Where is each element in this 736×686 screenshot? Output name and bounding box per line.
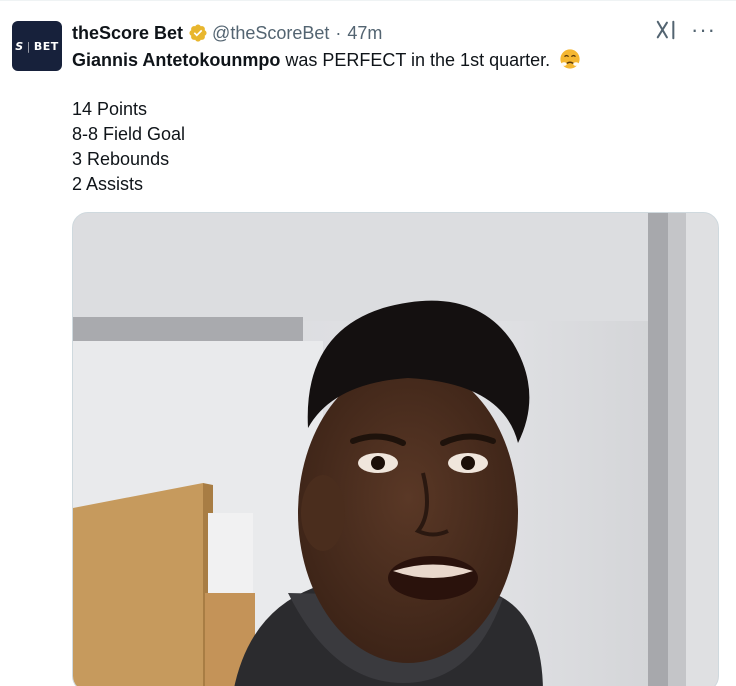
- stats-list: 14 Points 8-8 Field Goal 3 Rebounds 2 As…: [72, 97, 185, 197]
- avatar-logo-separator: |: [26, 39, 31, 53]
- grok-icon[interactable]: [655, 19, 677, 41]
- tweet[interactable]: S | BET theScore Bet @theScoreBet · 47m …: [0, 0, 736, 686]
- separator-dot: ·: [335, 22, 342, 43]
- mention-name: Giannis Antetokounmpo: [72, 50, 281, 70]
- avatar-logo-bet: BET: [33, 39, 59, 53]
- video-thumbnail: [73, 213, 718, 686]
- handle[interactable]: @theScoreBet: [212, 23, 329, 44]
- stat-line: 3 Rebounds: [72, 149, 170, 169]
- stat-line: 14 Points: [72, 99, 148, 119]
- timestamp[interactable]: 47m: [347, 23, 382, 44]
- verified-badge-icon[interactable]: [188, 23, 208, 43]
- tweet-text: Giannis Antetokounmpo was PERFECT in the…: [72, 48, 716, 73]
- tweet-header: theScore Bet @theScoreBet · 47m: [72, 21, 716, 45]
- media-video[interactable]: [72, 212, 719, 686]
- stat-line: 8-8 Field Goal: [72, 124, 186, 144]
- steam-nose-emoji-icon: [559, 48, 581, 70]
- avatar-logo-s: S: [15, 39, 24, 53]
- avatar[interactable]: S | BET: [12, 21, 62, 71]
- more-icon[interactable]: ···: [691, 19, 716, 41]
- stat-line: 2 Assists: [72, 174, 144, 194]
- header-actions: ···: [655, 19, 716, 41]
- display-name[interactable]: theScore Bet: [72, 23, 183, 44]
- tweet-text-body: was PERFECT in the 1st quarter.: [280, 50, 551, 70]
